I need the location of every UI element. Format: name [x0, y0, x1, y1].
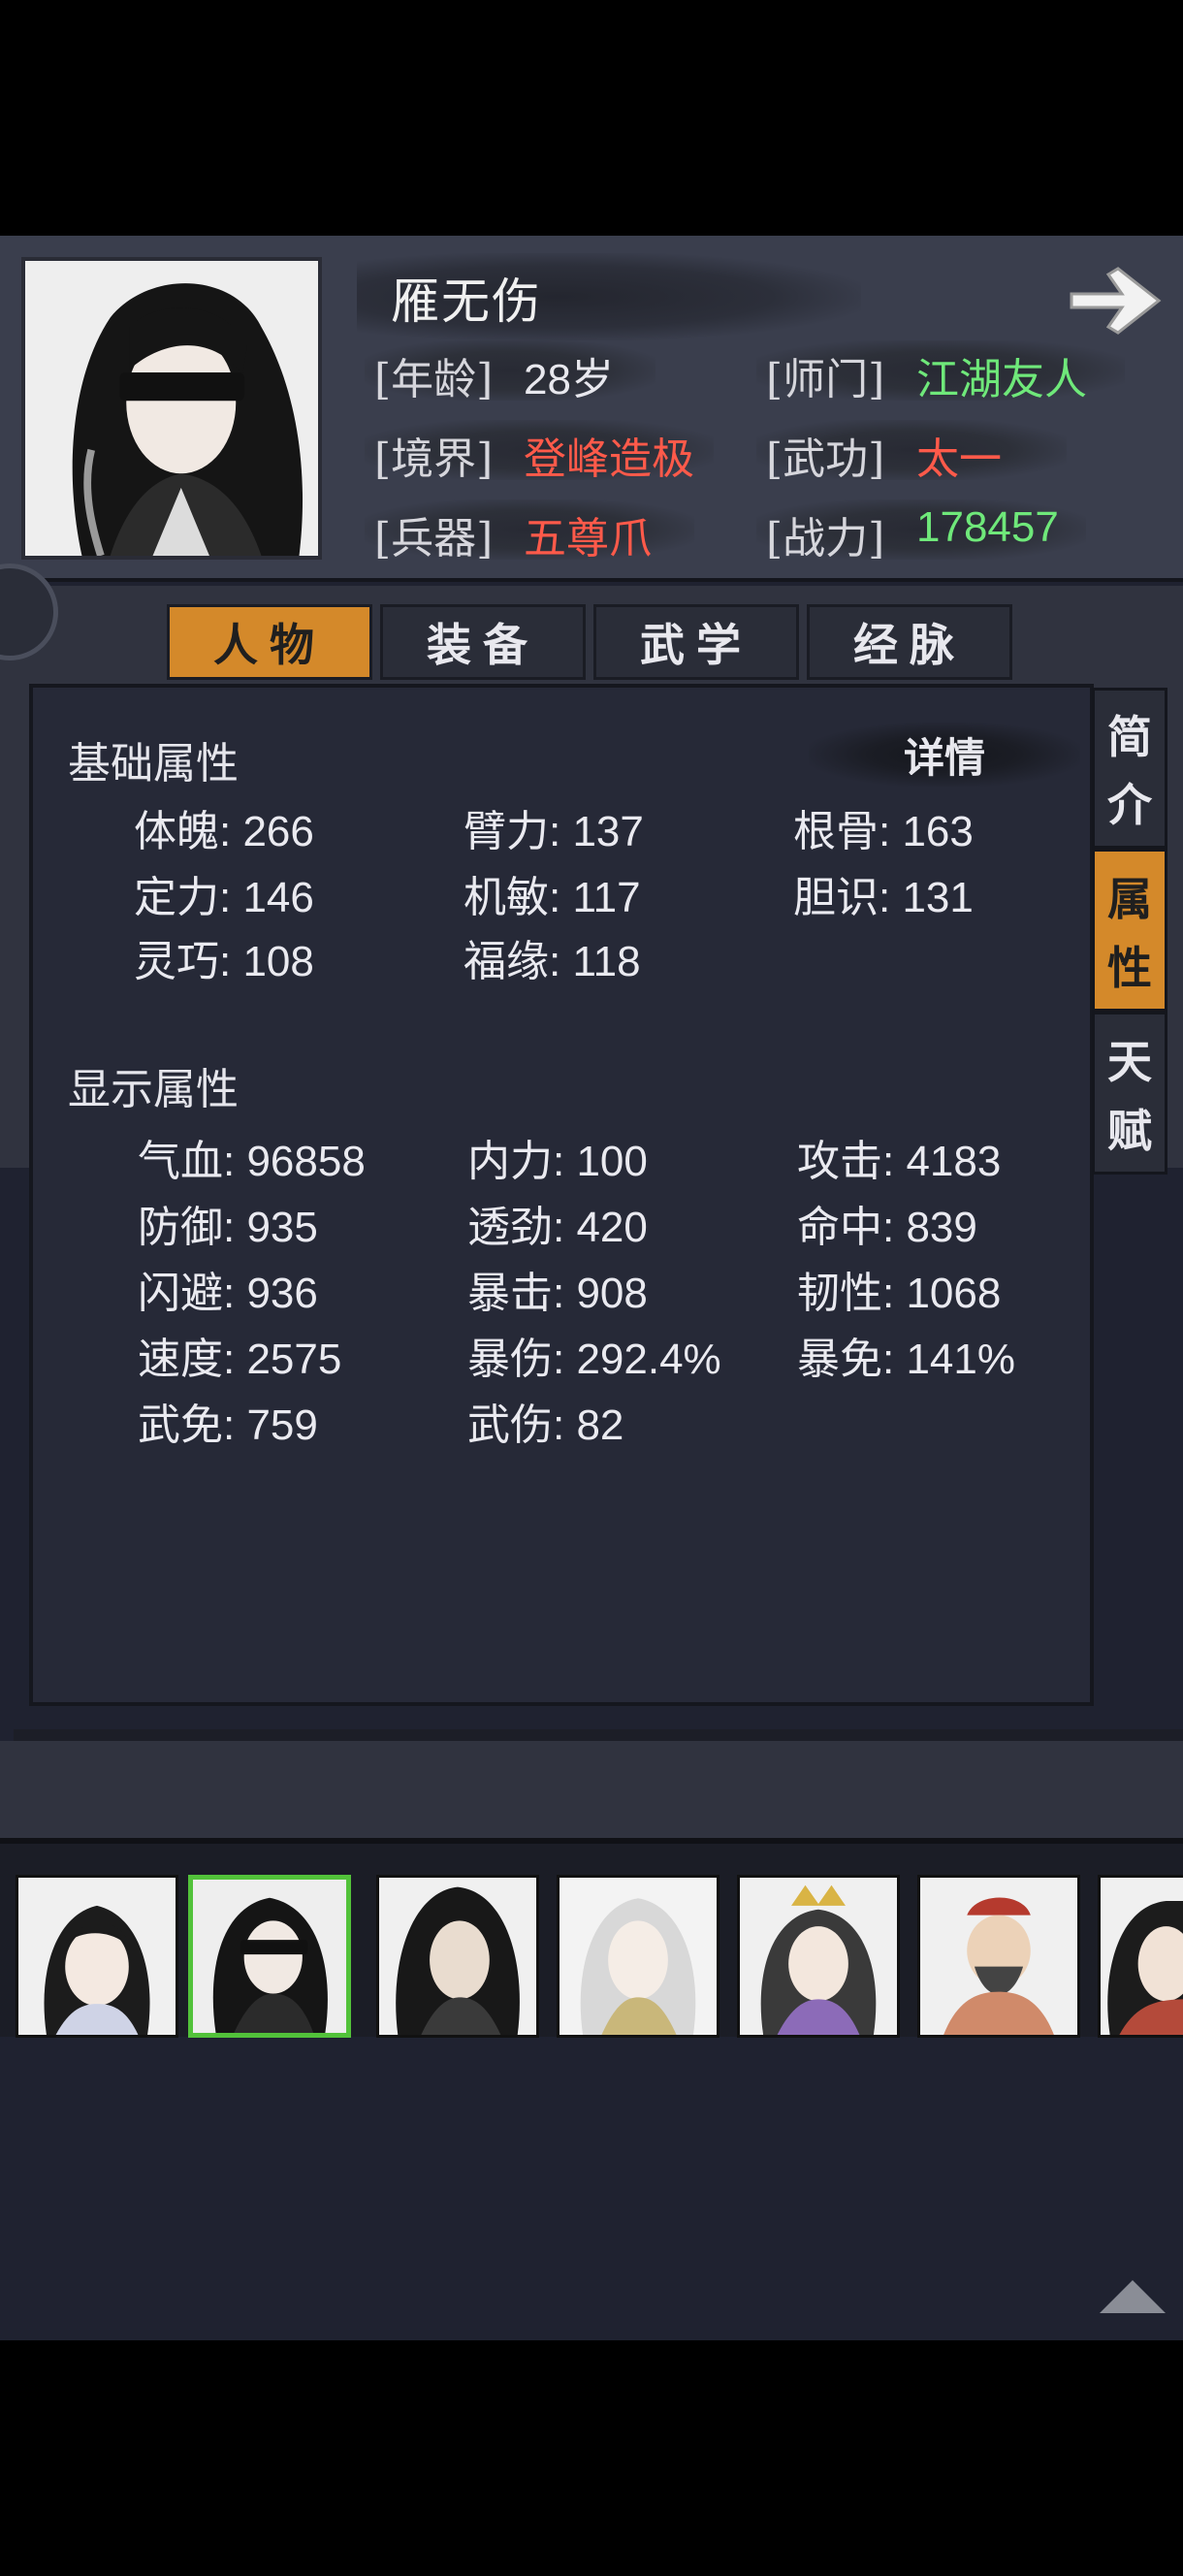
- side-tabs: 简 介 属 性 天 赋: [1092, 684, 1167, 1411]
- tab-meridians[interactable]: 经脉: [807, 604, 1012, 680]
- sect-label: [师门]: [766, 355, 885, 404]
- age-label: [年龄]: [374, 355, 494, 404]
- stat-attack: 攻击: 4183: [797, 1138, 1002, 1185]
- portrait-partial-icon: [1101, 1878, 1183, 2035]
- character-name: 雁无伤: [391, 274, 542, 329]
- skill-value: 太一: [916, 435, 1002, 483]
- roster-avatar-1[interactable]: [16, 1875, 178, 2038]
- display-attributes-title: 显示属性: [68, 1066, 239, 1113]
- stat-defense: 防御: 935: [138, 1204, 318, 1251]
- character-header: 雁无伤 [年龄] 28岁 [师门] 江湖友人 [境界] 登峰造极 [武功] 太一…: [0, 236, 1183, 582]
- character-screen: 雁无伤 [年龄] 28岁 [师门] 江湖友人 [境界] 登峰造极 [武功] 太一…: [0, 236, 1183, 2340]
- side-tab-intro-char1: 简: [1107, 711, 1152, 763]
- portrait-white-hair-icon: [560, 1878, 717, 2035]
- side-tab-talents-char2: 赋: [1107, 1104, 1152, 1157]
- stat-arm-strength: 臂力: 137: [464, 808, 644, 855]
- portrait-bearded-man-icon: [920, 1878, 1077, 2035]
- side-tab-intro[interactable]: 简 介: [1092, 688, 1167, 849]
- stat-dexterity: 灵巧: 108: [134, 938, 314, 985]
- power-value: 178457: [916, 503, 1059, 551]
- stat-accuracy: 命中: 839: [797, 1204, 977, 1251]
- tab-martial-arts[interactable]: 武学: [593, 604, 799, 680]
- stat-fortune: 福缘: 118: [464, 938, 641, 985]
- portrait-crowned-female-icon: [740, 1878, 897, 2035]
- side-tab-intro-char2: 介: [1107, 779, 1152, 831]
- portrait-blindfold-icon: [193, 1880, 346, 2033]
- stat-internal-power: 内力: 100: [467, 1138, 648, 1185]
- roster-avatar-6[interactable]: [917, 1875, 1080, 2038]
- roster-avatar-5[interactable]: [737, 1875, 900, 2038]
- power-label: [战力]: [766, 514, 885, 564]
- detail-button[interactable]: 详情: [809, 723, 1080, 787]
- roster-avatar-7[interactable]: [1098, 1875, 1183, 2038]
- panel-bottom-edge: [14, 1729, 1183, 1741]
- stat-martial-damage: 武伤: 82: [467, 1401, 624, 1449]
- character-portrait: [21, 257, 322, 560]
- next-arrow-icon[interactable]: [1062, 257, 1168, 344]
- stat-focus: 定力: 146: [134, 874, 314, 921]
- stat-martial-resist: 武免: 759: [138, 1401, 318, 1449]
- stat-crit-damage: 暴伤: 292.4%: [467, 1336, 721, 1383]
- stat-crit-resist: 暴免: 141%: [797, 1336, 1015, 1383]
- stat-bone: 根骨: 163: [793, 808, 974, 855]
- scroll-up-icon[interactable]: [1096, 2274, 1169, 2317]
- realm-label: [境界]: [374, 435, 494, 484]
- stat-toughness: 韧性: 1068: [797, 1270, 1002, 1317]
- portrait-blindfold-icon: [25, 261, 318, 556]
- roster-avatar-2-selected[interactable]: [188, 1875, 351, 2038]
- sect-value: 江湖友人: [916, 356, 1087, 403]
- gap-area: [0, 1741, 1183, 1838]
- portrait-female-icon: [18, 1878, 176, 2035]
- tab-character[interactable]: 人物: [167, 604, 372, 680]
- basic-attributes-title: 基础属性: [68, 740, 239, 788]
- stat-dodge: 闪避: 936: [138, 1270, 318, 1317]
- realm-value: 登峰造极: [524, 435, 694, 483]
- side-tab-attributes[interactable]: 属 性: [1092, 849, 1167, 1012]
- stat-speed: 速度: 2575: [138, 1336, 342, 1383]
- roster-avatar-4[interactable]: [557, 1875, 719, 2038]
- skill-label: [武功]: [766, 435, 885, 484]
- attributes-panel: 基础属性 详情 体魄: 266 臂力: 137 根骨: 163 定力: 146 …: [29, 684, 1094, 1706]
- roster-avatar-3[interactable]: [376, 1875, 539, 2038]
- stat-physique: 体魄: 266: [134, 808, 314, 855]
- tab-equipment[interactable]: 装备: [380, 604, 586, 680]
- stat-crit: 暴击: 908: [467, 1270, 648, 1317]
- weapon-label: [兵器]: [374, 514, 494, 564]
- roster-strip: [0, 1838, 1183, 2038]
- stat-penetration: 透劲: 420: [467, 1204, 648, 1251]
- stat-courage: 胆识: 131: [793, 874, 974, 921]
- side-tab-talents[interactable]: 天 赋: [1092, 1012, 1167, 1175]
- side-tab-attributes-char1: 属: [1107, 872, 1152, 925]
- stat-hp: 气血: 96858: [138, 1138, 366, 1185]
- stat-agility: 机敏: 117: [464, 874, 641, 921]
- side-tab-attributes-char2: 性: [1107, 941, 1152, 994]
- age-value: 28岁: [524, 356, 614, 403]
- portrait-swordsman-icon: [379, 1878, 536, 2035]
- weapon-value: 五尊爪: [524, 515, 652, 563]
- side-tab-talents-char1: 天: [1107, 1035, 1152, 1088]
